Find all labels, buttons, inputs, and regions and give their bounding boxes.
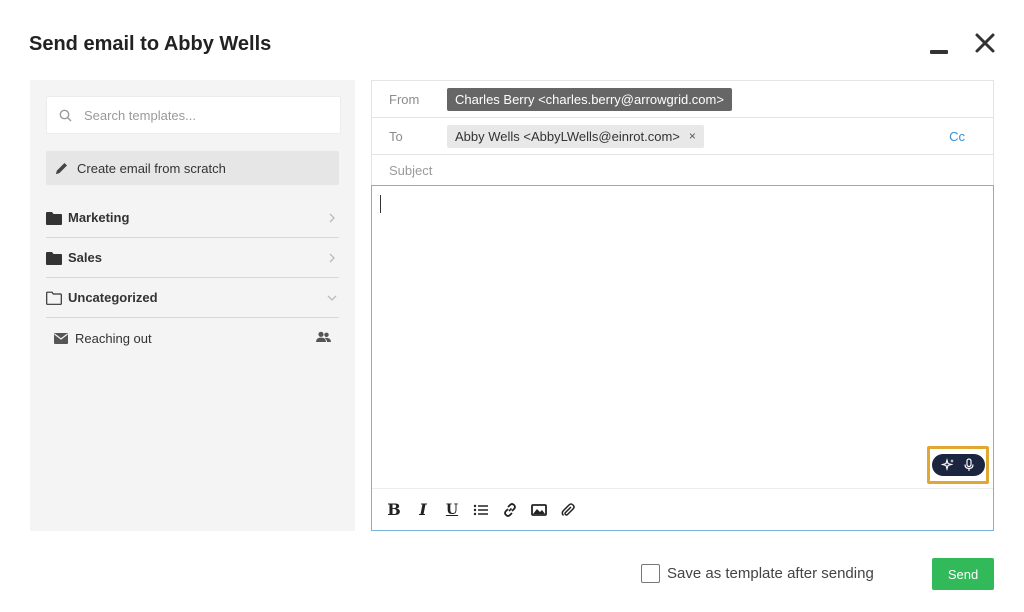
- recipient-chip[interactable]: Abby Wells <AbbyLWells@einrot.com> ×: [447, 124, 704, 148]
- insert-link-button[interactable]: [502, 502, 518, 518]
- search-icon: [59, 109, 72, 121]
- from-label: From: [389, 91, 420, 107]
- chevron-down-icon: [327, 295, 337, 301]
- template-label: Reaching out: [75, 330, 152, 346]
- folder-uncategorized[interactable]: Uncategorized: [46, 278, 339, 318]
- sparkle-icon[interactable]: [941, 458, 955, 472]
- save-as-template-checkbox[interactable]: [641, 564, 660, 583]
- subject-input[interactable]: [389, 162, 909, 178]
- insert-image-button[interactable]: [531, 502, 547, 518]
- cc-link[interactable]: Cc: [949, 129, 965, 144]
- folder-icon: [46, 211, 62, 225]
- to-row: To Abby Wells <AbbyLWells@einrot.com> × …: [371, 117, 994, 154]
- envelope-icon: [54, 332, 68, 344]
- email-body-editor[interactable]: B I U: [371, 185, 994, 531]
- folder-label: Uncategorized: [68, 290, 158, 305]
- send-button[interactable]: Send: [932, 558, 994, 590]
- minimize-icon: [930, 50, 948, 54]
- create-email-from-scratch-button[interactable]: Create email from scratch: [46, 151, 339, 185]
- templates-panel: Create email from scratch Marketing Sale…: [30, 80, 355, 531]
- from-row: From Charles Berry <charles.berry@arrowg…: [371, 80, 994, 117]
- close-button[interactable]: [974, 30, 996, 56]
- template-reaching-out[interactable]: Reaching out: [46, 318, 339, 358]
- bullet-list-icon: [473, 504, 488, 515]
- folder-open-icon: [46, 291, 62, 305]
- image-icon: [531, 503, 547, 516]
- italic-button[interactable]: I: [415, 500, 431, 519]
- save-as-template-label: Save as template after sending: [667, 565, 874, 582]
- text-cursor: [380, 195, 381, 213]
- ai-assistant-highlight: [927, 446, 989, 484]
- ai-assistant-pill[interactable]: [932, 454, 985, 476]
- bullet-list-button[interactable]: [473, 502, 489, 518]
- dialog-title: Send email to Abby Wells: [29, 33, 272, 55]
- from-sender-chip[interactable]: Charles Berry <charles.berry@arrowgrid.c…: [447, 87, 732, 111]
- remove-recipient-icon[interactable]: ×: [689, 129, 696, 143]
- chevron-right-icon: [329, 213, 335, 223]
- pencil-icon: [56, 162, 67, 174]
- recipient-address: Abby Wells <AbbyLWells@einrot.com>: [455, 128, 680, 144]
- folder-marketing[interactable]: Marketing: [46, 198, 339, 238]
- microphone-icon[interactable]: [962, 458, 976, 472]
- close-icon: [975, 33, 995, 53]
- template-folder-list: Marketing Sales Uncategorized Reaching o…: [46, 198, 339, 358]
- chevron-right-icon: [329, 253, 335, 263]
- template-search-box[interactable]: [46, 96, 341, 134]
- paperclip-icon: [561, 502, 575, 516]
- header-actions: [928, 30, 996, 56]
- folder-sales[interactable]: Sales: [46, 238, 339, 278]
- shared-users-icon: [316, 331, 331, 342]
- template-search-input[interactable]: [84, 107, 324, 123]
- bold-button[interactable]: B: [386, 500, 402, 519]
- minimize-button[interactable]: [928, 30, 950, 56]
- save-as-template-option[interactable]: Save as template after sending: [641, 564, 874, 583]
- folder-icon: [46, 251, 62, 265]
- create-email-label: Create email from scratch: [77, 160, 226, 176]
- compose-area: From Charles Berry <charles.berry@arrowg…: [371, 80, 994, 531]
- to-label: To: [389, 128, 403, 144]
- folder-label: Marketing: [68, 210, 130, 225]
- link-icon: [504, 502, 516, 517]
- underline-button[interactable]: U: [444, 502, 460, 518]
- subject-row: [371, 154, 994, 185]
- formatting-toolbar: B I U: [372, 488, 993, 530]
- folder-label: Sales: [68, 250, 102, 265]
- attach-file-button[interactable]: [560, 502, 576, 518]
